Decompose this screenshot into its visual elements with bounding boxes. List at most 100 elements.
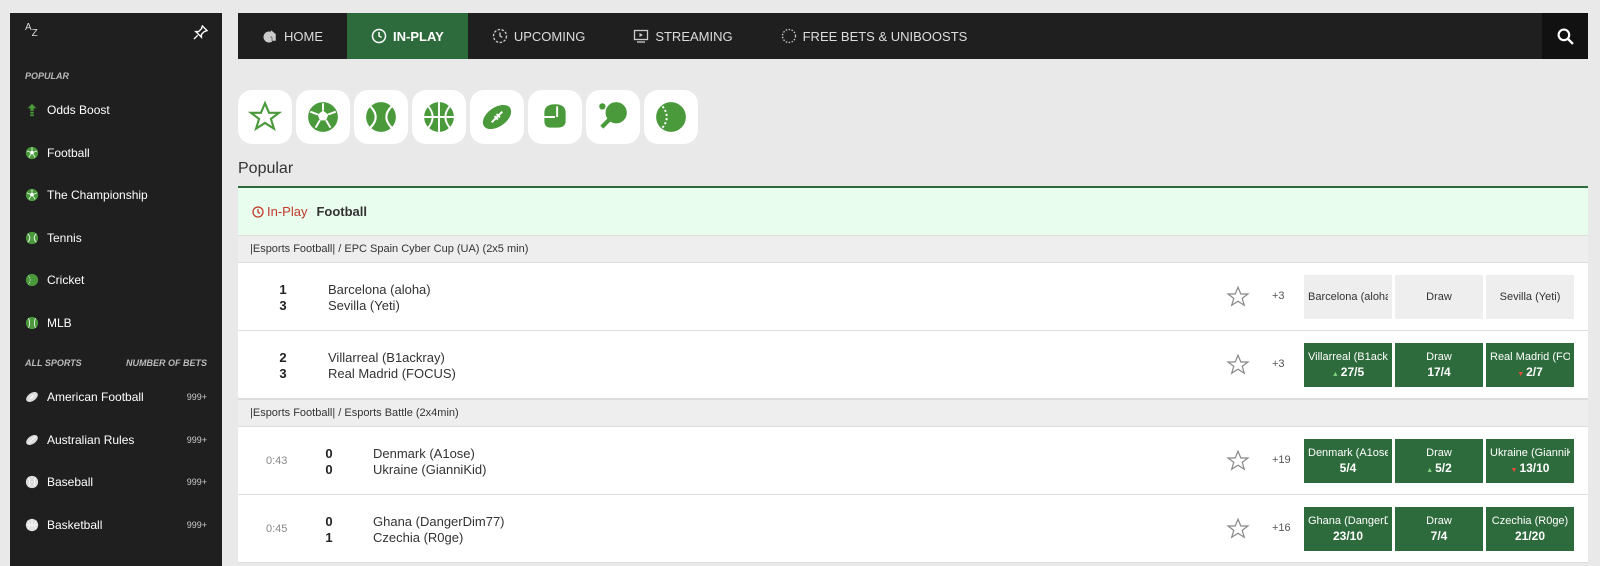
more-markets-link[interactable]: +19 xyxy=(1272,454,1291,466)
tab-home[interactable]: HOME xyxy=(238,13,347,59)
odds-up-arrow-icon: ▲ xyxy=(1331,371,1339,378)
away-score: 3 xyxy=(279,298,287,313)
teams: Villarreal (B1ackray) Real Madrid (FOCUS) xyxy=(328,350,456,382)
sidebar-item-label: Football xyxy=(47,145,90,160)
sidebar-item-the-championship[interactable]: The Championship xyxy=(10,174,222,217)
sport-filter-american-football[interactable] xyxy=(470,90,524,144)
away-score: 3 xyxy=(279,366,287,381)
odds-button[interactable]: Draw 7/4 xyxy=(1395,507,1483,551)
sport-filter-boxing[interactable] xyxy=(528,90,582,144)
popular-section-title: Popular xyxy=(238,160,294,177)
odds-boost-icon xyxy=(25,103,39,117)
odds-buttons: Denmark (A1ose) 5/4 Draw ▲ 5/2 Ukraine (Giann… xyxy=(1304,439,1574,483)
odds-button[interactable]: Ukraine (GianniKid) ▼13/10 xyxy=(1486,439,1574,483)
sidebar-item-label: Basketball xyxy=(47,517,103,532)
odds-button[interactable]: Sevilla (Yeti) xyxy=(1486,275,1574,319)
basketball-icon xyxy=(422,100,456,134)
scores: 13 xyxy=(276,282,290,314)
tab-free-bets-uniboosts[interactable]: FREE BETS & UNIBOOSTS xyxy=(757,13,992,59)
event-row[interactable]: 2 3 Villarreal (B1ackray) Real Madrid (FOCU… xyxy=(238,331,1588,399)
sport-filter-favourites-star[interactable] xyxy=(238,90,292,144)
event-row[interactable]: 0:43 0 0 Denmark (A1ose) Ukraine (GianniKid)… xyxy=(238,427,1588,495)
sidebar-item-australian-rules[interactable]: Australian Rules 999+ xyxy=(10,419,222,462)
cricket-icon xyxy=(654,100,688,134)
boxing-icon xyxy=(538,100,572,134)
sidebar-top: AZ xyxy=(10,13,222,55)
bet-count: 999+ xyxy=(186,392,207,403)
sidebar-item-baseball[interactable]: Baseball 999+ xyxy=(10,461,222,504)
nav-tabs: HOME IN-PLAY UPCOMING STREAMING FREE BETS & … xyxy=(238,13,991,59)
inplay-label-text: In-Play xyxy=(267,204,308,219)
favourite-star-icon[interactable] xyxy=(1226,517,1250,544)
home-team: Barcelona (aloha) xyxy=(328,282,431,297)
number-of-bets-label: NUMBER OF BETS xyxy=(126,358,207,368)
more-markets-link[interactable]: +3 xyxy=(1272,290,1285,302)
tab-in-play[interactable]: IN-PLAY xyxy=(347,13,468,59)
odds-button[interactable]: Barcelona (aloha) xyxy=(1304,275,1392,319)
az-sort-icon[interactable]: AZ xyxy=(25,22,38,39)
clock-icon xyxy=(371,28,387,44)
tab-upcoming[interactable]: UPCOMING xyxy=(468,13,610,59)
sidebar-item-cricket[interactable]: Cricket xyxy=(10,259,222,302)
favourite-star-icon[interactable] xyxy=(1226,285,1250,312)
favourite-star-icon[interactable] xyxy=(1226,449,1250,476)
sidebar-item-label: Odds Boost xyxy=(47,103,110,118)
odds-value: 7/4 xyxy=(1430,529,1448,543)
odds-value: 27/5 xyxy=(1340,365,1365,379)
top-nav: HOME IN-PLAY UPCOMING STREAMING FREE BETS & … xyxy=(238,13,1588,59)
sidebar-item-football[interactable]: Football xyxy=(10,132,222,175)
league-header[interactable]: |Esports Football| / EPC Spain Cyber Cup… xyxy=(238,235,1588,263)
pin-icon[interactable] xyxy=(193,24,209,45)
sidebar-item-mlb[interactable]: MLB xyxy=(10,302,222,345)
sidebar-item-odds-boost[interactable]: Odds Boost xyxy=(10,89,222,132)
search-button[interactable] xyxy=(1542,13,1588,59)
football-icon xyxy=(306,100,340,134)
odds-down-arrow-icon: ▼ xyxy=(1517,371,1525,378)
sidebar-item-tennis[interactable]: Tennis xyxy=(10,217,222,260)
favourite-star-icon[interactable] xyxy=(1226,353,1250,380)
away-team: Real Madrid (FOCUS) xyxy=(328,366,456,381)
odds-button[interactable]: Villarreal (B1ackray) ▲27/5 xyxy=(1304,343,1392,387)
tennis-icon xyxy=(25,231,39,245)
odds-label: Draw xyxy=(1426,291,1452,303)
event-row[interactable]: 0:45 0 1 Ghana (DangerDim77) Czechia (R0ge) +… xyxy=(238,495,1588,563)
league-header[interactable]: |Esports Football| / Esports Battle (2x4… xyxy=(238,399,1588,427)
odds-button[interactable]: Ghana (DangerDim77) 23/10 xyxy=(1304,507,1392,551)
tab-label: HOME xyxy=(284,28,323,44)
odds-button[interactable]: Czechia (R0ge) 21/20 xyxy=(1486,507,1574,551)
odds-button[interactable]: Real Madrid (FOCUS) ▼2/7 xyxy=(1486,343,1574,387)
match-clock: 0:43 xyxy=(266,455,288,467)
event-row[interactable]: 1 3 Barcelona (aloha) Sevilla (Yeti) +3 Barce… xyxy=(238,263,1588,331)
odds-value: 17/4 xyxy=(1427,365,1451,379)
more-markets-link[interactable]: +16 xyxy=(1272,522,1291,534)
odds-button[interactable]: Draw xyxy=(1395,275,1483,319)
home-team: Ghana (DangerDim77) xyxy=(373,514,505,529)
sidebar-item-basketball[interactable]: Basketball 999+ xyxy=(10,504,222,547)
streaming-icon xyxy=(633,28,649,44)
odds-button[interactable]: Draw 17/4 xyxy=(1395,343,1483,387)
sport-filter-bar xyxy=(238,90,698,144)
sport-filter-football[interactable] xyxy=(296,90,350,144)
home-score: 0 xyxy=(325,514,333,529)
odds-button[interactable]: Draw ▲ 5/2 xyxy=(1395,439,1483,483)
tennis-icon xyxy=(364,100,398,134)
sidebar-item-label: Cricket xyxy=(47,273,85,288)
sidebar-item-label: The Championship xyxy=(47,188,148,203)
away-team: Ukraine (GianniKid) xyxy=(373,462,487,477)
tab-streaming[interactable]: STREAMING xyxy=(609,13,756,59)
inplay-label: In-Play xyxy=(252,204,307,219)
scores: 01 xyxy=(322,514,336,546)
odds-button[interactable]: Denmark (A1ose) 5/4 xyxy=(1304,439,1392,483)
sidebar-item-american-football[interactable]: American Football 999+ xyxy=(10,376,222,419)
more-markets-link[interactable]: +3 xyxy=(1272,358,1285,370)
odds-value: 5/2 xyxy=(1435,461,1452,475)
home-score: 2 xyxy=(279,350,287,365)
sport-filter-table-tennis[interactable] xyxy=(586,90,640,144)
sport-filter-basketball[interactable] xyxy=(412,90,466,144)
odds-buttons: Barcelona (aloha) Draw Sevilla (Yeti) xyxy=(1304,275,1574,319)
sport-filter-cricket[interactable] xyxy=(644,90,698,144)
sport-filter-tennis[interactable] xyxy=(354,90,408,144)
teams: Denmark (A1ose) Ukraine (GianniKid) xyxy=(373,446,486,478)
odds-value: 5/4 xyxy=(1339,461,1357,475)
match-clock: 0:45 xyxy=(266,523,288,535)
